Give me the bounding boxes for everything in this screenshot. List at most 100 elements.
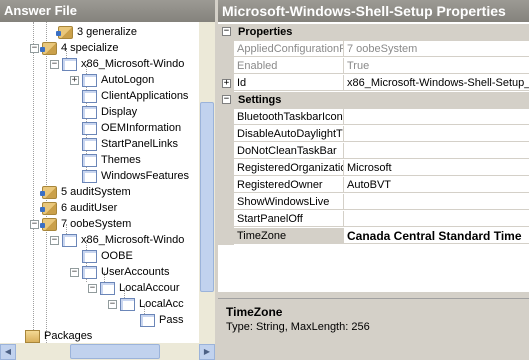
property-row-gutter [218,194,234,211]
property-row-gutter [218,228,234,245]
property-row-gutter [218,160,234,177]
tree-vertical-scrollbar[interactable] [199,22,215,343]
category-label: Settings [238,94,282,106]
collapse-icon[interactable]: − [222,95,231,104]
tree-item[interactable]: 6 auditUser [40,200,117,216]
tree-item[interactable]: OOBE [82,248,133,264]
collapse-icon[interactable]: − [88,283,97,293]
property-name: Id [234,75,344,91]
property-value-field[interactable]: Canada Central Standard Time [344,228,529,244]
property-value-field[interactable] [344,109,529,125]
tree-item-label: ClientApplications [101,90,189,102]
tree-item[interactable]: − LocalAcc [108,296,184,312]
tree-item[interactable]: Packages [25,328,92,343]
collapse-icon[interactable]: − [30,219,39,229]
property-value-field[interactable]: x86_Microsoft-Windows-Shell-Setup__ [344,75,529,91]
property-row[interactable]: TimeZone Canada Central Standard Time [218,228,529,245]
component-icon [120,297,135,311]
pass-folder-icon [40,201,57,215]
property-value-field[interactable] [344,211,529,227]
tree-item[interactable]: − x86_Microsoft-Windo [50,56,184,72]
property-row[interactable]: + Id x86_Microsoft-Windows-Shell-Setup__ [218,75,529,92]
pass-folder-icon [40,185,57,199]
property-row[interactable]: BluetoothTaskbarIcon [218,109,529,126]
tree-item-label: StartPanelLinks [101,138,179,150]
tree-item-label: WindowsFeatures [101,170,190,182]
component-icon [82,121,97,135]
tree-item[interactable]: − 4 specialize [30,40,118,56]
tree-item[interactable]: Display [82,104,137,120]
tree-item[interactable]: − x86_Microsoft-Windo [50,232,184,248]
component-icon [82,105,97,119]
property-value-field[interactable]: 7 oobeSystem [344,41,529,57]
answer-file-tree[interactable]: 3 generalize −4 specialize − x86_Microsoft-… [0,22,199,343]
tree-item[interactable]: − UserAccounts [70,264,169,280]
property-value-field[interactable] [344,143,529,159]
tree-item-label: 7 oobeSystem [61,218,132,230]
scroll-left-icon[interactable]: ◀ [0,344,16,360]
property-value-field[interactable] [344,194,529,210]
property-row[interactable]: RegisteredOrganizatio Microsoft [218,160,529,177]
tree-item[interactable]: Pass [140,312,183,328]
property-row[interactable]: ShowWindowsLive [218,194,529,211]
collapse-icon[interactable]: − [30,43,39,53]
tree-item-label: x86_Microsoft-Windo [81,234,185,246]
tree-item-label: OEMInformation [101,122,182,134]
expand-icon[interactable]: + [70,75,79,85]
property-row[interactable]: StartPanelOff [218,211,529,228]
tree-item[interactable]: 3 generalize [56,24,137,40]
tree-item-label: x86_Microsoft-Windo [81,58,185,70]
tree-item[interactable]: − 7 oobeSystem [30,216,131,232]
property-value-field[interactable]: AutoBVT [344,177,529,193]
property-row-gutter [218,211,234,228]
scrollbar-thumb[interactable] [200,102,214,292]
tree-item[interactable]: StartPanelLinks [82,136,178,152]
property-row[interactable]: AppliedConfigurationP 7 oobeSystem [218,41,529,58]
tree-item[interactable]: WindowsFeatures [82,168,189,184]
tree-horizontal-scrollbar[interactable]: ◀ ▶ [0,343,215,360]
tree-item[interactable]: 5 auditSystem [40,184,131,200]
component-icon [82,73,97,87]
category-row-properties[interactable]: − Properties [218,24,529,41]
property-value-field[interactable] [344,126,529,142]
collapse-icon[interactable]: − [50,59,59,69]
tree-item[interactable]: OEMInformation [82,120,181,136]
property-name: RegisteredOrganizatio [234,160,344,176]
property-row[interactable]: DoNotCleanTaskBar [218,143,529,160]
pass-folder-icon [40,217,57,231]
description-title: TimeZone [226,305,283,319]
collapse-icon[interactable]: − [222,27,231,36]
scroll-right-icon[interactable]: ▶ [199,344,215,360]
tree-item[interactable]: + AutoLogon [70,72,154,88]
component-icon [100,281,115,295]
component-icon [140,313,155,327]
tree-item[interactable]: − LocalAccour [88,280,180,296]
property-name: Enabled [234,58,344,74]
property-value-field[interactable]: Microsoft [344,160,529,176]
property-name: TimeZone [234,228,344,244]
collapse-icon[interactable]: − [108,299,117,309]
collapse-icon[interactable]: − [70,267,79,277]
properties-pane-title: Microsoft-Windows-Shell-Setup Properties [218,0,529,22]
pass-folder-icon [56,25,73,39]
answer-file-pane-title: Answer File [0,0,215,22]
property-value-field[interactable]: True [344,58,529,74]
tree-item-label: AutoLogon [101,74,155,86]
tree-item[interactable]: ClientApplications [82,88,188,104]
scrollbar-thumb[interactable] [70,344,160,359]
property-row[interactable]: DisableAutoDaylightTi [218,126,529,143]
tree-item[interactable]: Themes [82,152,141,168]
property-grid[interactable]: − Properties AppliedConfigurationP 7 oobeSy… [218,22,529,292]
expand-icon[interactable]: + [222,79,231,88]
property-row-gutter [218,143,234,160]
category-row-settings[interactable]: − Settings [218,92,529,109]
tree-item-label: Packages [44,330,93,342]
tree-item-label: 4 specialize [61,42,119,54]
package-icon [25,329,40,343]
tree-item-label: LocalAccour [119,282,180,294]
component-icon [82,89,97,103]
property-row[interactable]: RegisteredOwner AutoBVT [218,177,529,194]
property-row[interactable]: Enabled True [218,58,529,75]
collapse-icon[interactable]: − [50,235,59,245]
tree-connector-line [33,22,34,336]
